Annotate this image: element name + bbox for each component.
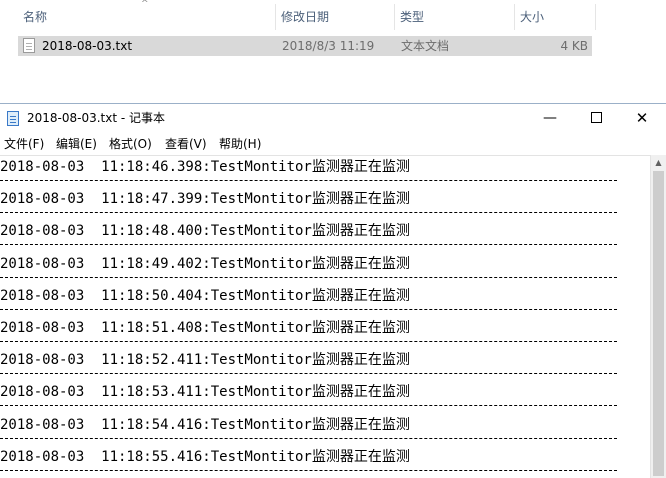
dashed-separator	[0, 438, 617, 439]
file-name: 2018-08-03.txt	[42, 39, 133, 53]
file-row[interactable]: 2018-08-03.txt 2018/8/3 11:19 文本文档 4 KB	[18, 36, 592, 56]
log-line: 2018-08-03 11:18:48.400:TestMontitor监测器正…	[0, 223, 410, 239]
dashed-separator	[0, 373, 617, 374]
dashed-separator	[0, 244, 617, 245]
file-size: 4 KB	[560, 39, 588, 53]
dashed-separator	[0, 309, 617, 310]
maximize-icon	[590, 111, 602, 123]
log-line: 2018-08-03 11:18:50.404:TestMontitor监测器正…	[0, 288, 410, 304]
column-header-type[interactable]: 类型	[395, 4, 514, 30]
file-type: 文本文档	[401, 39, 450, 53]
notepad-window: 2018-08-03.txt - 记事本 — ✕ 文件(F) 编辑(E) 格式(…	[0, 103, 666, 478]
scroll-thumb[interactable]	[653, 171, 664, 476]
menu-view[interactable]: 查看(V)	[165, 133, 207, 155]
minimize-button[interactable]: —	[527, 104, 573, 133]
dashed-separator	[0, 212, 617, 213]
column-header-date[interactable]: 修改日期	[276, 4, 394, 30]
log-line: 2018-08-03 11:18:52.411:TestMontitor监测器正…	[0, 352, 410, 368]
explorer-file-list: ^ 名称 修改日期 类型 大小 2018-08-03.txt 2018/8/3 …	[0, 0, 666, 103]
dashed-separator	[0, 180, 617, 181]
dashed-separator	[0, 341, 617, 342]
log-line: 2018-08-03 11:18:53.411:TestMontitor监测器正…	[0, 384, 410, 400]
column-divider[interactable]	[595, 4, 596, 30]
column-header-size[interactable]: 大小	[515, 4, 595, 30]
file-modified-date: 2018/8/3 11:19	[282, 39, 375, 53]
menu-edit[interactable]: 编辑(E)	[56, 133, 97, 155]
log-line: 2018-08-03 11:18:49.402:TestMontitor监测器正…	[0, 256, 410, 272]
scroll-up-arrow-icon[interactable]: ▲	[651, 155, 666, 171]
vertical-scrollbar[interactable]: ▲	[650, 155, 666, 478]
log-line: 2018-08-03 11:18:51.408:TestMontitor监测器正…	[0, 320, 410, 336]
title-bar[interactable]: 2018-08-03.txt - 记事本 — ✕	[0, 104, 666, 133]
text-file-icon	[23, 38, 35, 53]
maximize-button[interactable]	[573, 104, 619, 133]
log-line: 2018-08-03 11:18:55.416:TestMontitor监测器正…	[0, 449, 410, 465]
notepad-icon	[7, 111, 19, 126]
dashed-separator	[0, 470, 617, 471]
log-line: 2018-08-03 11:18:47.399:TestMontitor监测器正…	[0, 191, 410, 207]
menu-format[interactable]: 格式(O)	[109, 133, 152, 155]
menu-help[interactable]: 帮助(H)	[219, 133, 261, 155]
menu-file[interactable]: 文件(F)	[4, 133, 44, 155]
dashed-separator	[0, 277, 617, 278]
dashed-separator	[0, 405, 617, 406]
menu-bar: 文件(F) 编辑(E) 格式(O) 查看(V) 帮助(H)	[0, 133, 666, 155]
log-line: 2018-08-03 11:18:54.416:TestMontitor监测器正…	[0, 417, 410, 433]
window-title: 2018-08-03.txt - 记事本	[27, 111, 166, 125]
log-line: 2018-08-03 11:18:46.398:TestMontitor监测器正…	[0, 159, 410, 175]
text-editor[interactable]: 2018-08-03 11:18:46.398:TestMontitor监测器正…	[0, 155, 650, 478]
close-button[interactable]: ✕	[619, 104, 665, 133]
close-icon: ✕	[635, 109, 649, 127]
minimize-icon: —	[543, 110, 557, 126]
column-header-name[interactable]: 名称	[18, 4, 275, 30]
